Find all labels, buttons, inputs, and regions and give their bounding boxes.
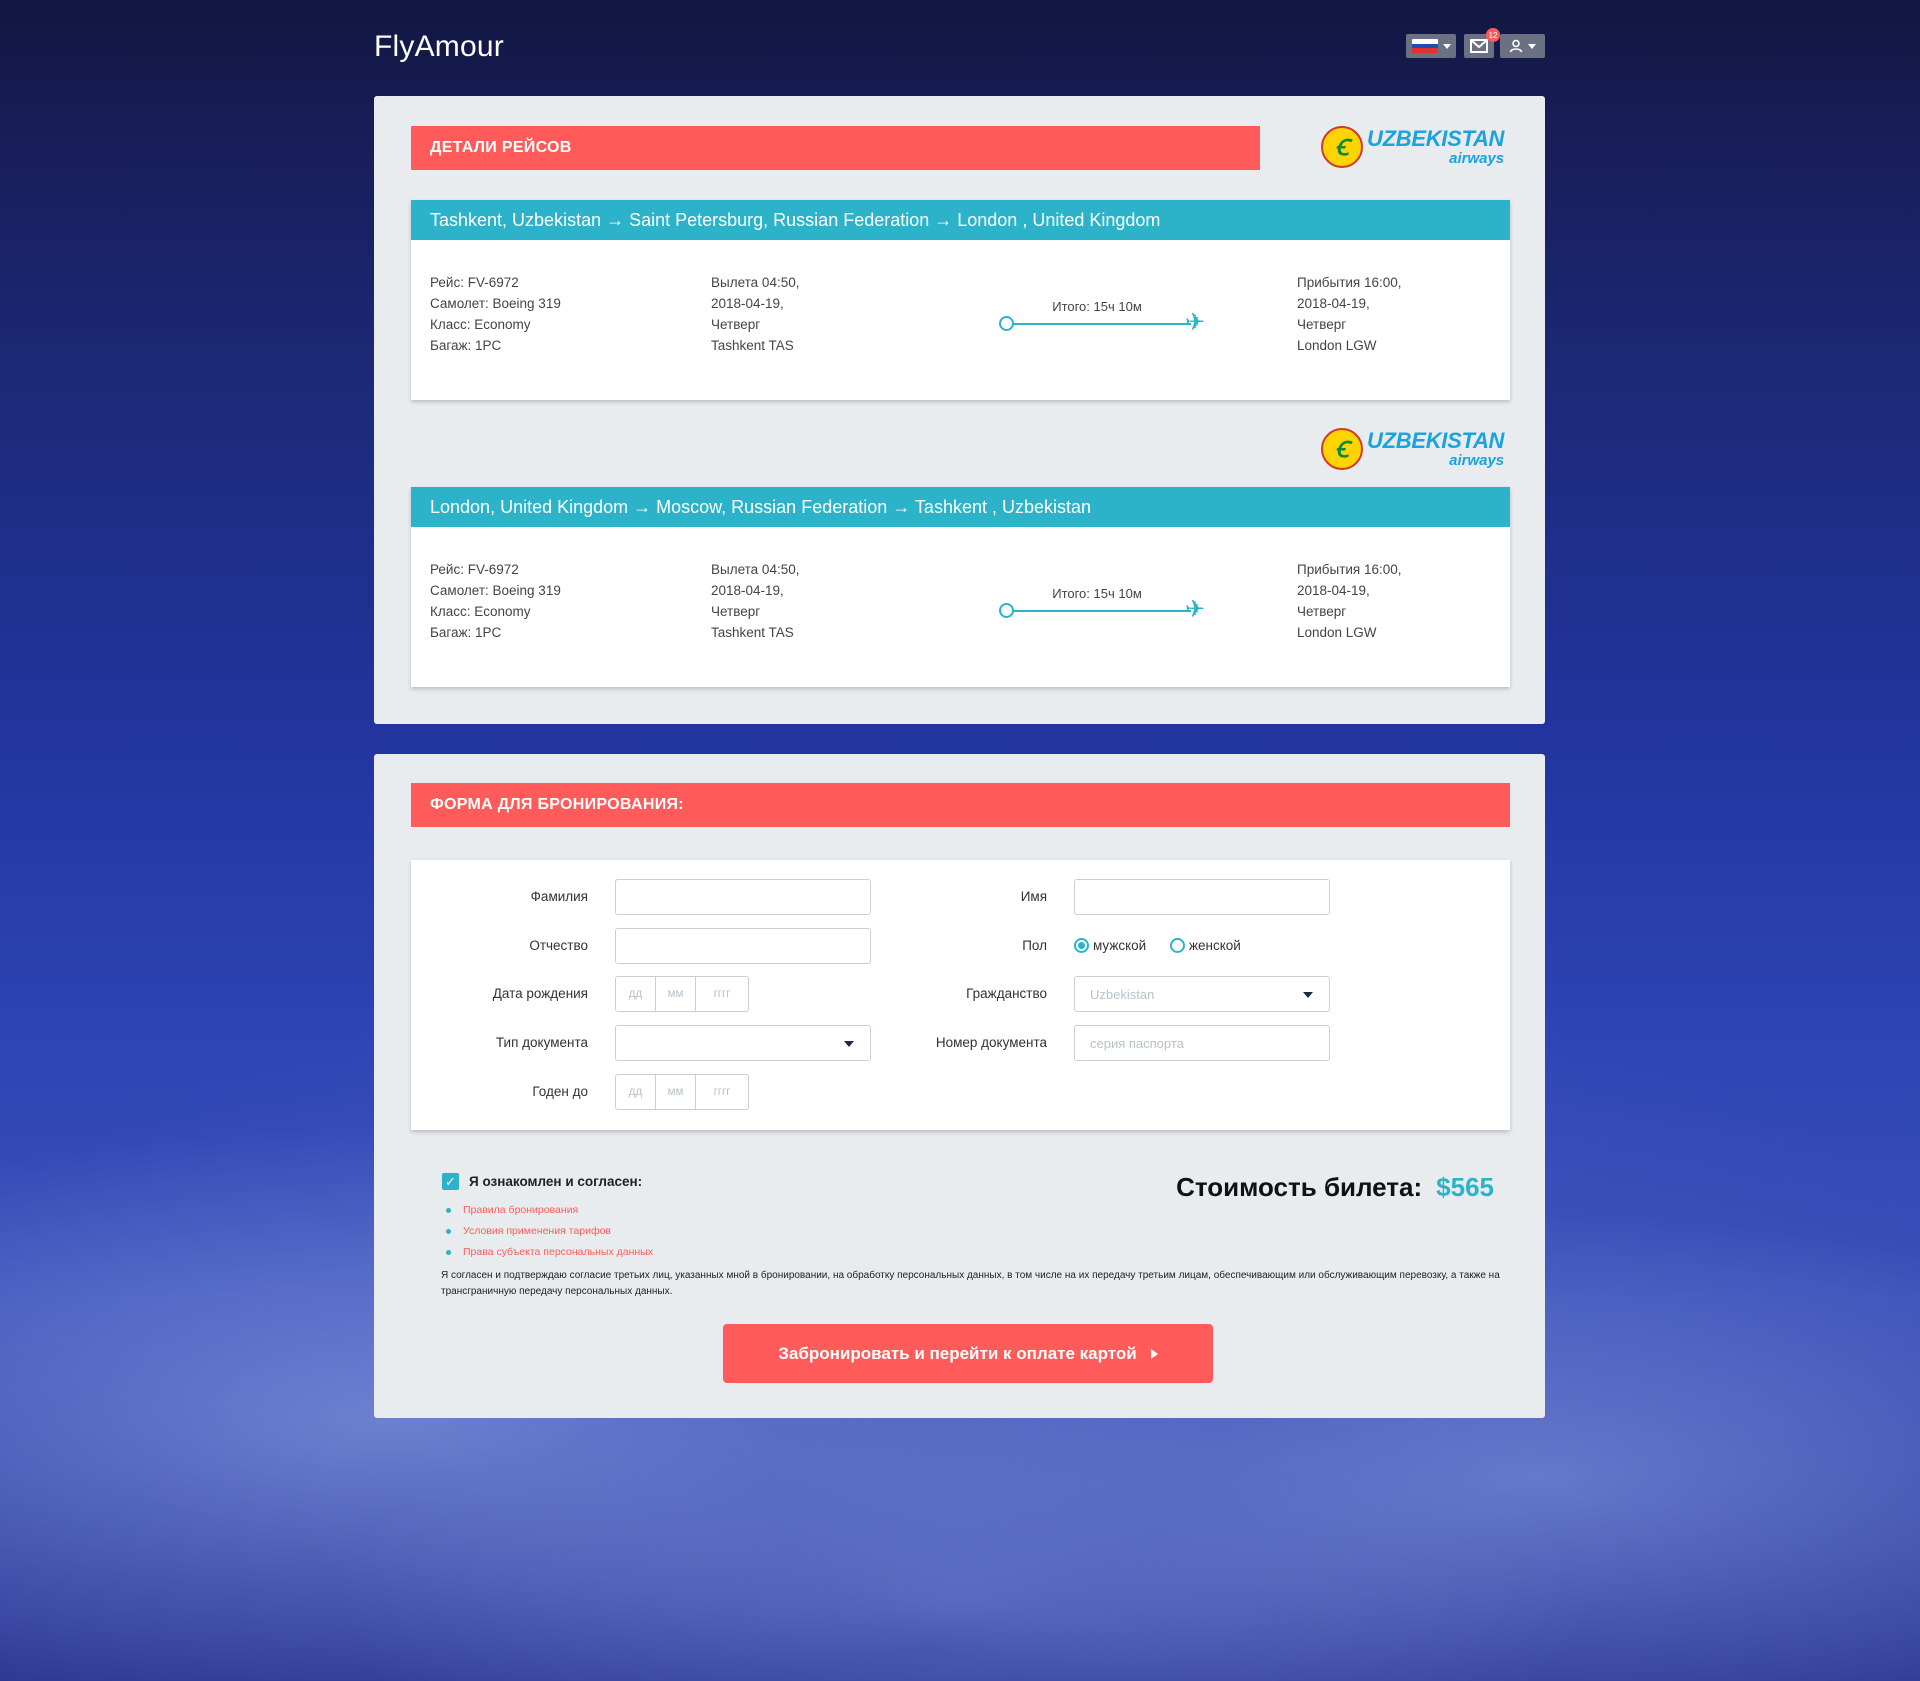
birth-month-input[interactable]: мм bbox=[656, 977, 696, 1011]
booking-form-panel: ФОРМА ДЛЯ БРОНИРОВАНИЯ: Фамилия Отчество… bbox=[374, 754, 1545, 1418]
flight-route: London, United Kingdom → Moscow, Russian… bbox=[411, 487, 1510, 527]
birth-day-input[interactable]: дд bbox=[616, 977, 656, 1011]
doc-type-select[interactable] bbox=[615, 1025, 871, 1061]
consent-text: Я согласен и подтверждаю согласие третьи… bbox=[441, 1270, 1500, 1297]
chevron-down-icon bbox=[1303, 992, 1313, 998]
first-name-field[interactable] bbox=[1074, 879, 1330, 915]
checkmark-icon: ✓ bbox=[442, 1173, 459, 1190]
booking-form: Фамилия Отчество Дата рождения дд мм ггг… bbox=[411, 860, 1510, 1130]
origin-dot-icon bbox=[999, 603, 1014, 618]
top-bar: FlyAmour 12 bbox=[0, 0, 1920, 96]
doc-number-field[interactable] bbox=[1074, 1025, 1330, 1061]
valid-year-input[interactable]: гггг bbox=[696, 1075, 748, 1109]
doc-type-label: Тип документа bbox=[495, 1035, 588, 1050]
departure-info: Вылета 04:50, 2018-04-19, Четверг Tashke… bbox=[711, 562, 800, 640]
valid-until-label: Годен до bbox=[532, 1084, 588, 1099]
birth-date-field[interactable]: дд мм гггг bbox=[615, 976, 749, 1012]
origin-dot-icon bbox=[999, 316, 1014, 331]
arrival-info: Прибытия 16:00, 2018-04-19, Четверг Lond… bbox=[1297, 562, 1402, 640]
patronymic-label: Отчество bbox=[529, 938, 588, 953]
radio-selected-icon bbox=[1074, 938, 1089, 953]
valid-until-field[interactable]: дд мм гггг bbox=[615, 1074, 749, 1110]
radio-empty-icon bbox=[1170, 938, 1185, 953]
terms-links: Правила бронирования Условия применения … bbox=[446, 1200, 653, 1263]
airline-logo: Ꞓ UZBEKISTAN airways bbox=[1321, 126, 1504, 168]
airline-logo: Ꞓ UZBEKISTAN airways bbox=[1321, 428, 1504, 470]
mail-button[interactable]: 12 bbox=[1464, 28, 1500, 58]
flight-card: London, United Kingdom → Moscow, Russian… bbox=[411, 487, 1510, 687]
gender-female-radio[interactable]: женской bbox=[1170, 938, 1241, 953]
patronymic-field[interactable] bbox=[615, 928, 871, 964]
birth-date-label: Дата рождения bbox=[492, 986, 588, 1001]
citizenship-select[interactable]: Uzbekistan bbox=[1074, 976, 1330, 1012]
citizenship-label: Гражданство bbox=[966, 986, 1047, 1001]
last-name-label: Фамилия bbox=[530, 889, 588, 904]
doc-number-input[interactable] bbox=[1075, 1026, 1329, 1060]
flight-duration-line: Итого: 15ч 10м ✈ bbox=[999, 296, 1219, 335]
chevron-down-icon bbox=[844, 1041, 854, 1047]
chevron-down-icon bbox=[1442, 43, 1451, 49]
booking-form-title: ФОРМА ДЛЯ БРОНИРОВАНИЯ: bbox=[411, 783, 1510, 827]
site-logo[interactable]: FlyAmour bbox=[374, 30, 504, 64]
gender-male-radio[interactable]: мужской bbox=[1074, 938, 1146, 953]
doc-number-label: Номер документа bbox=[935, 1035, 1047, 1050]
first-name-label: Имя bbox=[1020, 889, 1047, 904]
price-label: Стоимость билета: bbox=[1176, 1172, 1423, 1202]
russia-flag-icon bbox=[1411, 39, 1438, 53]
gender-label: Пол bbox=[1022, 938, 1047, 953]
departure-info: Вылета 04:50, 2018-04-19, Четверг Tashke… bbox=[711, 275, 800, 353]
flight-card: Tashkent, Uzbekistan → Saint Petersburg,… bbox=[411, 200, 1510, 400]
flight-route: Tashkent, Uzbekistan → Saint Petersburg,… bbox=[411, 200, 1510, 240]
price-value: $565 bbox=[1436, 1172, 1494, 1202]
agree-label: Я ознакомлен и согласен: bbox=[469, 1174, 643, 1189]
ticket-price: Стоимость билета: $565 bbox=[1176, 1172, 1494, 1203]
flight-info: Рейс: FV-6972 Самолет: Boeing 319 Класс:… bbox=[430, 275, 561, 353]
agree-checkbox[interactable]: ✓ Я ознакомлен и согласен: bbox=[442, 1173, 642, 1190]
airline-emblem-icon: Ꞓ bbox=[1321, 428, 1363, 470]
play-arrow-icon bbox=[1150, 1348, 1158, 1359]
flight-details-title: ДЕТАЛИ РЕЙСОВ bbox=[411, 126, 1260, 170]
flight-details-panel: ДЕТАЛИ РЕЙСОВ Ꞓ UZBEKISTAN airways Tashk… bbox=[374, 96, 1545, 724]
birth-year-input[interactable]: гггг bbox=[696, 977, 748, 1011]
total-duration: Итого: 15ч 10м bbox=[1052, 299, 1142, 314]
airline-emblem-icon: Ꞓ bbox=[1321, 126, 1363, 168]
arrival-info: Прибытия 16:00, 2018-04-19, Четверг Lond… bbox=[1297, 275, 1402, 353]
flight-duration-line: Итого: 15ч 10м ✈ bbox=[999, 583, 1219, 622]
last-name-field[interactable] bbox=[615, 879, 871, 915]
book-and-pay-button[interactable]: Забронировать и перейти к оплате картой bbox=[723, 1324, 1213, 1383]
valid-day-input[interactable]: дд bbox=[616, 1075, 656, 1109]
airplane-icon: ✈ bbox=[1185, 596, 1206, 623]
envelope-icon bbox=[1470, 39, 1488, 53]
total-duration: Итого: 15ч 10м bbox=[1052, 586, 1142, 601]
airplane-icon: ✈ bbox=[1185, 309, 1206, 336]
tariff-terms-link[interactable]: Условия применения тарифов bbox=[446, 1221, 653, 1242]
booking-rules-link[interactable]: Правила бронирования bbox=[446, 1200, 653, 1221]
user-icon bbox=[1509, 39, 1523, 53]
mail-count-badge: 12 bbox=[1486, 28, 1500, 42]
personal-data-rights-link[interactable]: Права субъекта персональных данных bbox=[446, 1242, 653, 1263]
language-selector[interactable] bbox=[1406, 34, 1456, 58]
valid-month-input[interactable]: мм bbox=[656, 1075, 696, 1109]
flight-info: Рейс: FV-6972 Самолет: Boeing 319 Класс:… bbox=[430, 562, 561, 640]
chevron-down-icon bbox=[1528, 43, 1536, 49]
user-menu-button[interactable] bbox=[1500, 34, 1545, 58]
